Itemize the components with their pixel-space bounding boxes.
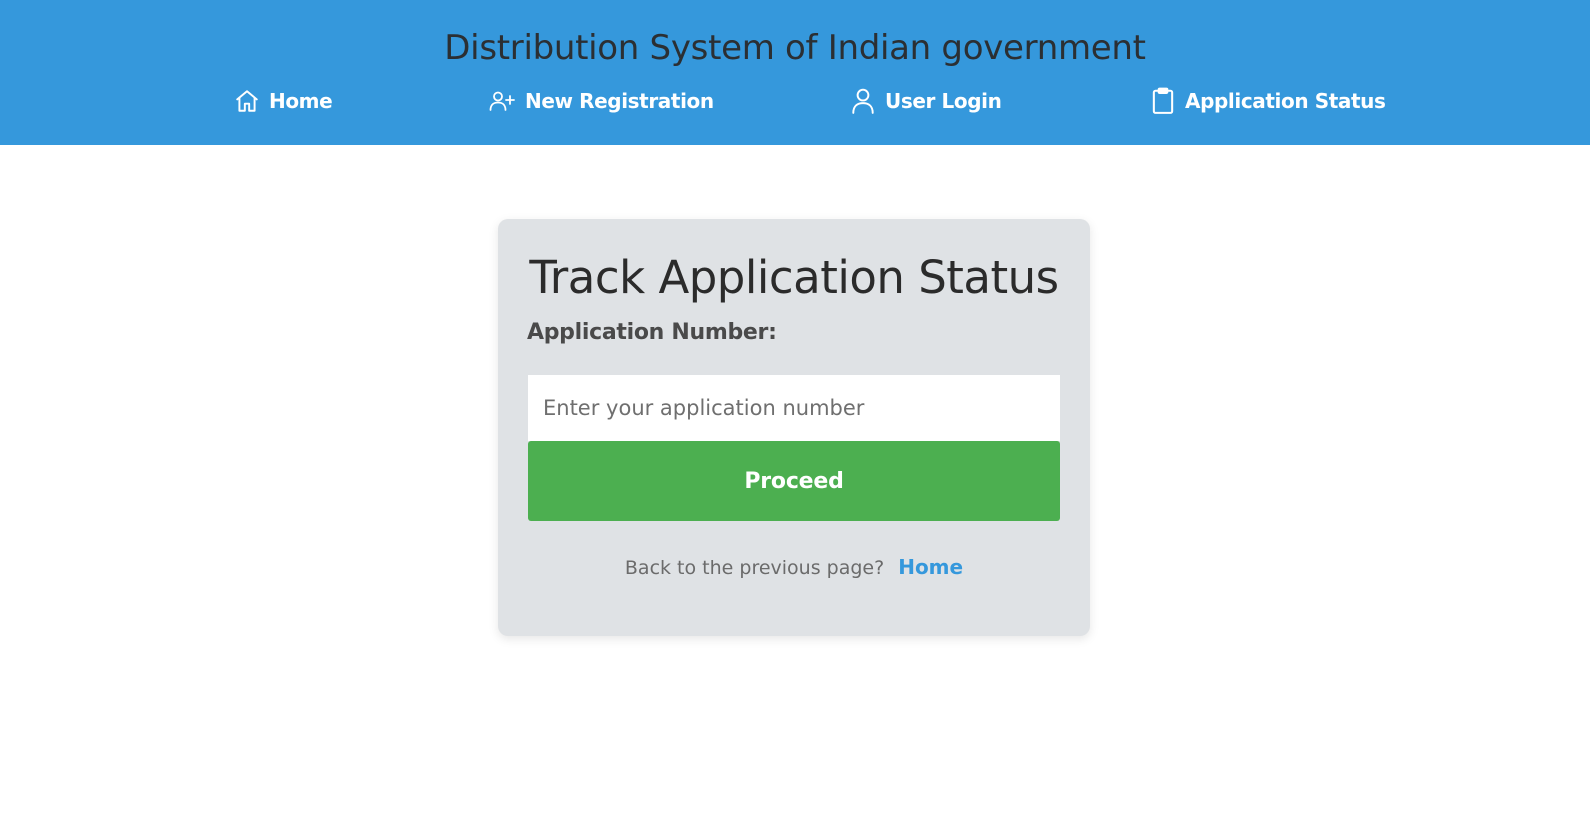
nav-user-login[interactable]: User Login (850, 84, 1002, 118)
back-line: Back to the previous page? Home (498, 555, 1090, 579)
back-text: Back to the previous page? (624, 557, 885, 579)
track-status-card: Track Application Status Application Num… (498, 219, 1090, 636)
clipboard-icon (1150, 87, 1176, 115)
user-icon (850, 87, 876, 115)
nav-application-status-label: Application Status (1185, 89, 1386, 113)
top-header: Distribution System of Indian government… (0, 0, 1590, 145)
nav-home[interactable]: Home (234, 84, 333, 118)
nav-user-login-label: User Login (885, 89, 1002, 113)
site-title: Distribution System of Indian government (444, 28, 1146, 68)
home-icon (234, 88, 260, 114)
proceed-button[interactable]: Proceed (528, 441, 1060, 521)
page-title: Track Application Status (529, 251, 1059, 304)
application-number-label: Application Number: (527, 320, 777, 345)
nav-home-label: Home (269, 89, 333, 113)
nav-new-registration[interactable]: New Registration (488, 84, 714, 118)
user-plus-icon (488, 88, 516, 114)
application-number-input[interactable] (528, 375, 1060, 441)
nav-new-registration-label: New Registration (525, 89, 714, 113)
home-link[interactable]: Home (898, 555, 963, 579)
nav-application-status[interactable]: Application Status (1150, 84, 1386, 118)
